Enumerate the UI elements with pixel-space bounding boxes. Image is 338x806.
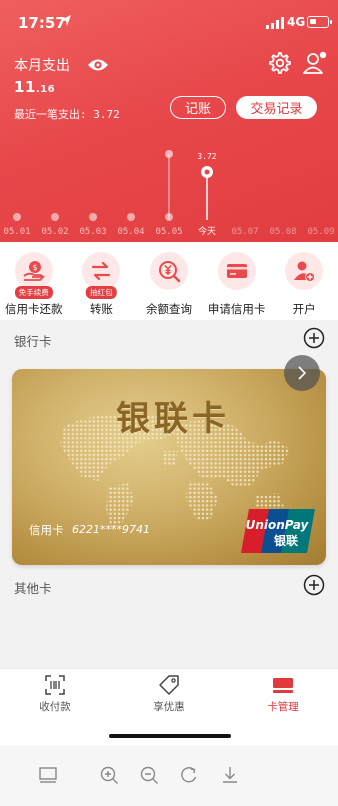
timeline-day-dot[interactable]	[13, 213, 21, 221]
card-title: 银联卡	[116, 399, 230, 439]
action-badge: 免手续费	[14, 286, 53, 299]
network-type: 4G	[287, 15, 306, 29]
month-expense-amount: 11.16	[14, 78, 56, 96]
action-label: 开户	[292, 302, 316, 316]
add-user-icon	[294, 261, 316, 282]
action-icon-bg	[149, 252, 188, 290]
location-arrow-icon	[61, 15, 71, 26]
other-cards-title: 其他卡	[14, 581, 52, 596]
battery-icon	[307, 16, 332, 28]
add-bank-card-icon[interactable]	[303, 327, 325, 349]
timeline-day-dot[interactable]	[89, 213, 97, 221]
timeline-expense-point[interactable]	[165, 150, 173, 158]
zoom-out-icon[interactable]	[139, 765, 159, 785]
card-manage-icon	[273, 678, 293, 693]
eye-icon[interactable]	[87, 57, 109, 73]
action-label: 转账	[89, 302, 113, 316]
signal-icon	[266, 17, 284, 29]
tag-icon	[159, 675, 179, 695]
tab-label: 卡管理	[267, 701, 299, 713]
action-balance-inquiry[interactable]: 余额查询	[135, 242, 203, 320]
action-transfer[interactable]: 抽红包 转账	[68, 242, 136, 320]
unionpay-logo: UnionPay 银联	[241, 509, 315, 553]
timeline-day-dot[interactable]	[51, 213, 59, 221]
timeline-date-label: 05.04	[117, 227, 144, 237]
hand-coin-icon: $	[23, 261, 45, 281]
timeline-date-label: 05.08	[269, 227, 296, 237]
timeline-day-dot[interactable]	[127, 213, 135, 221]
action-label: 余额查询	[145, 302, 192, 316]
card-number: 6221****9741	[72, 523, 150, 536]
action-apply-credit-card[interactable]: 申请信用卡	[203, 242, 271, 320]
next-card-button[interactable]	[284, 355, 320, 391]
record-expense-button[interactable]: 记账	[170, 96, 226, 119]
scan-pay-icon	[45, 675, 65, 695]
rotate-icon[interactable]	[179, 765, 199, 785]
add-other-card-icon[interactable]	[303, 574, 325, 596]
timeline-date-label: 05.02	[41, 227, 68, 237]
quick-actions: $ 免手续费 信用卡还款 抽红包 转账 余额查询 申请信用卡 开户	[0, 242, 338, 320]
timeline-today-point-center	[204, 169, 210, 175]
timeline-date-label: 今天	[198, 225, 216, 237]
tab-receive-pay[interactable]: 收付款	[15, 669, 95, 729]
zoom-in-icon[interactable]	[99, 765, 119, 785]
header: 17:57 4G 本月支出 11.16 最近一笔支出: 3.72 记账 交易记录…	[0, 0, 338, 242]
svg-text:$: $	[32, 263, 37, 272]
credit-card-icon	[226, 264, 247, 278]
timeline-date-label: 05.01	[3, 227, 30, 237]
timeline-date-label: 05.03	[79, 227, 106, 237]
card-type-label: 信用卡	[29, 523, 64, 537]
action-label: 申请信用卡	[207, 302, 266, 316]
gear-icon[interactable]	[268, 51, 292, 75]
action-label: 信用卡还款	[5, 302, 63, 316]
action-open-account[interactable]: 开户	[270, 242, 338, 320]
timeline-date-label: 05.07	[231, 227, 258, 237]
action-icon-bg	[285, 252, 324, 290]
tab-card-management[interactable]: 卡管理	[243, 669, 323, 729]
transfer-arrows-icon	[92, 261, 111, 281]
status-time: 17:57	[18, 14, 66, 32]
tab-label: 收付款	[39, 701, 71, 713]
viewer-toolbar	[0, 745, 338, 806]
bank-cards-title: 银行卡	[14, 334, 52, 349]
action-badge: 抽红包	[86, 286, 117, 299]
transaction-records-button[interactable]: 交易记录	[236, 96, 317, 119]
action-credit-card-repay[interactable]: $ 免手续费 信用卡还款	[0, 242, 68, 320]
bottom-tab-bar: 收付款 享优惠 卡管理	[0, 668, 338, 745]
last-expense-text: 最近一笔支出: 3.72	[14, 108, 120, 121]
svg-text:UnionPay: UnionPay	[246, 518, 310, 532]
timeline-date-label: 05.09	[307, 227, 334, 237]
month-expense-label: 本月支出	[14, 58, 70, 74]
home-indicator[interactable]	[109, 734, 231, 738]
action-icon-bg	[217, 252, 256, 290]
tab-label: 享优惠	[153, 701, 185, 713]
layout-toggle-icon[interactable]	[38, 765, 58, 785]
action-icon-bg: $	[14, 252, 53, 290]
yen-search-icon	[158, 261, 181, 283]
download-icon[interactable]	[220, 765, 240, 785]
daily-expense-timeline: 05.01 05.02 05.03 05.04 05.05 今天 05.07 05.08 05.…	[3, 150, 335, 237]
user-profile-icon[interactable]	[302, 50, 328, 76]
chevron-right-icon	[298, 366, 307, 380]
timeline-date-label: 05.05	[155, 227, 182, 237]
action-icon-bg	[82, 252, 121, 290]
svg-text:银联: 银联	[274, 533, 298, 548]
unionpay-credit-card[interactable]: 银联卡 信用卡 6221****9741 UnionPay 银联	[12, 369, 326, 565]
tab-offers[interactable]: 享优惠	[129, 669, 209, 729]
timeline-today-value: 3.72	[197, 152, 216, 161]
